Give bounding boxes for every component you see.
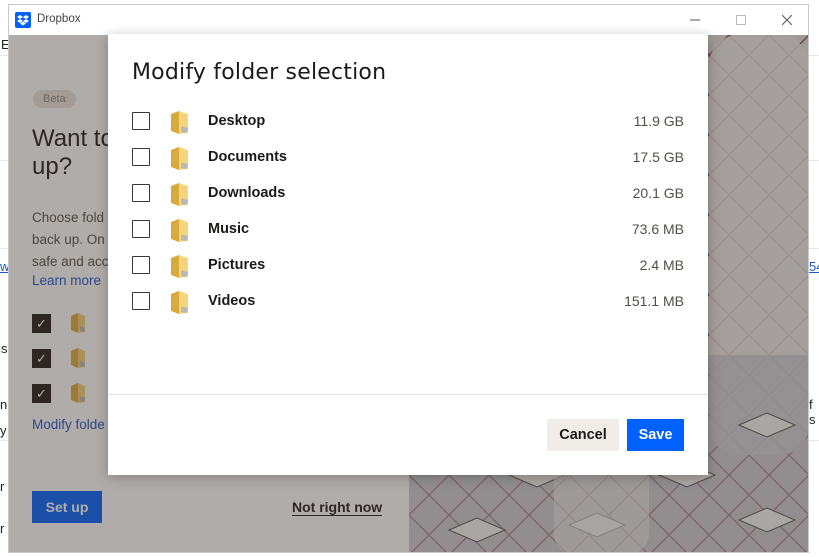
bg-text: f s (809, 397, 816, 427)
bg-text: r (0, 521, 5, 536)
folder-size: 2.4 MB (639, 257, 684, 273)
bg-link[interactable]: 54 (809, 259, 819, 274)
title-bar: Dropbox (9, 5, 808, 35)
folder-icon (171, 255, 188, 278)
folder-checkbox[interactable] (132, 148, 150, 166)
folder-size: 17.5 GB (632, 149, 684, 165)
dialog-title: Modify folder selection (132, 60, 387, 85)
folder-name: Music (208, 221, 250, 237)
folder-checkbox[interactable] (132, 220, 150, 238)
folder-row[interactable]: Pictures 2.4 MB (132, 254, 684, 280)
folder-size: 151.1 MB (624, 293, 684, 309)
save-button[interactable]: Save (627, 419, 684, 451)
folder-row[interactable]: Videos 151.1 MB (132, 290, 684, 316)
folder-row[interactable]: Documents 17.5 GB (132, 146, 684, 172)
bg-text: y (0, 423, 7, 438)
folder-checkbox[interactable] (132, 292, 150, 310)
folder-checkbox[interactable] (132, 184, 150, 202)
folder-name: Videos (208, 293, 256, 309)
folder-checkbox[interactable] (132, 256, 150, 274)
folder-size: 11.9 GB (633, 113, 684, 129)
folder-name: Desktop (208, 113, 266, 129)
folder-checkbox[interactable] (132, 112, 150, 130)
folder-icon (171, 147, 188, 170)
folder-icon (171, 219, 188, 242)
bg-text: r (0, 479, 5, 494)
bg-text: n (0, 397, 8, 412)
folder-icon (171, 183, 188, 206)
folder-row[interactable]: Music 73.6 MB (132, 218, 684, 244)
modify-folder-dialog: Modify folder selection Desktop 11.9 GB … (108, 34, 708, 475)
dropbox-logo-icon (15, 12, 31, 28)
folder-row[interactable]: Desktop 11.9 GB (132, 110, 684, 136)
folder-name: Downloads (208, 185, 286, 201)
dialog-divider (108, 394, 708, 395)
maximize-button[interactable] (718, 5, 764, 35)
close-button[interactable] (764, 5, 808, 35)
cancel-button[interactable]: Cancel (547, 419, 619, 451)
folder-name: Documents (208, 149, 287, 165)
bg-text: s (1, 341, 8, 356)
folder-icon (171, 291, 188, 314)
minimize-button[interactable] (672, 5, 718, 35)
folder-size: 20.1 GB (632, 185, 684, 201)
folder-name: Pictures (208, 257, 266, 273)
folder-size: 73.6 MB (631, 221, 684, 237)
window-title: Dropbox (37, 13, 81, 25)
folder-icon (171, 111, 188, 134)
folder-row[interactable]: Downloads 20.1 GB (132, 182, 684, 208)
